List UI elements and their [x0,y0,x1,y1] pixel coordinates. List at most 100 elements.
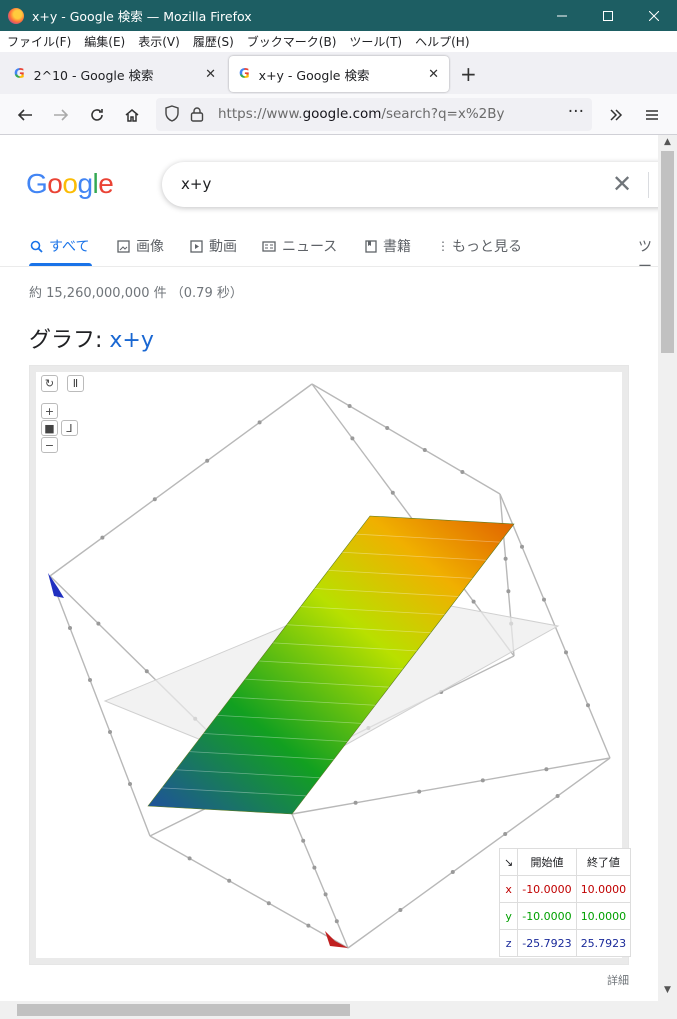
new-tab-button[interactable]: + [460,62,477,86]
axis-tick [128,782,132,786]
page-actions-icon[interactable]: ··· [568,102,584,122]
tab-tools[interactable]: ツー [638,236,658,276]
axis-range-table: ↘ 開始値 終了値 x -10.0000 10.0000 y -10.0000 … [498,848,632,957]
cube-edge [291,813,349,949]
range-start-header: 開始値 [517,848,577,876]
menu-bookmarks[interactable]: ブックマーク(B) [240,33,343,50]
axis-tick [450,870,455,874]
axis-label: x [498,875,519,903]
close-icon [649,10,659,21]
reset-view-button[interactable]: ↻ [41,375,58,392]
axis-tick [257,420,262,425]
y-start-value[interactable]: -10.0000 [517,902,577,930]
vertical-scrollbar-thumb[interactable] [661,151,674,353]
axes-toggle-button[interactable]: ⅃ [61,420,78,436]
back-button[interactable] [13,103,37,127]
axis-tick [506,589,511,594]
overflow-menu-button[interactable] [604,103,628,127]
tab-books[interactable]: 書籍 [365,236,411,256]
scroll-up-icon[interactable]: ▲ [658,137,677,151]
menu-history[interactable]: 履歴(S) [186,33,240,50]
zoom-in-button[interactable]: + [41,403,58,419]
x-end-value[interactable]: 10.0000 [575,875,632,903]
axis-tick [390,490,395,495]
maximize-button[interactable] [585,0,631,31]
tab-videos[interactable]: 動画 [190,236,237,256]
axis-tick [347,404,352,408]
menu-bar: ファイル(F) 編集(E) 表示(V) 履歴(S) ブックマーク(B) ツール(… [0,31,677,52]
menu-view[interactable]: 表示(V) [131,33,186,50]
zoom-out-button[interactable]: − [41,437,58,453]
google-logo[interactable]: Google [26,168,114,200]
axis-tick [266,901,271,906]
tab-2-10-search[interactable]: G 2^10 - Google 検索 ✕ [4,56,226,92]
axis-tick [398,908,403,912]
address-bar[interactable]: https://www.google.com/search?q=x%2By ··… [156,98,592,131]
horizontal-scrollbar[interactable] [0,1001,677,1019]
tab-bar: G 2^10 - Google 検索 ✕ G x+y - Google 検索 ✕… [0,52,677,94]
back-arrow-icon [17,109,32,121]
cube-edge [311,383,501,495]
scroll-down-icon[interactable]: ▼ [658,985,677,999]
result-stats: 約 15,260,000,000 件 （0.79 秒） [29,286,243,301]
tab-all[interactable]: すべて [30,236,89,256]
details-link[interactable]: 詳細 [607,972,629,988]
x-start-value[interactable]: -10.0000 [517,875,577,903]
tab-images[interactable]: 画像 [117,236,164,256]
image-icon [117,239,130,253]
axis-tick [152,497,157,502]
search-input[interactable]: x+y [181,175,211,193]
pause-rotation-button[interactable]: Ⅱ [67,375,84,392]
axis-tick [586,703,590,708]
hamburger-icon [646,110,658,120]
range-end-header: 終了値 [575,848,632,876]
graph-expression-link[interactable]: x+y [109,328,153,353]
tab-title: 2^10 - Google 検索 [33,67,154,83]
search-box[interactable]: x+y ✕ [162,162,658,207]
camera-mode-button[interactable]: ■ [41,420,58,436]
google-favicon-icon: G [14,66,25,82]
axis-tick [555,794,560,798]
url-text[interactable]: https://www.google.com/search?q=x%2By [218,106,505,122]
tab-close-icon[interactable]: ✕ [205,67,216,82]
vertical-scrollbar[interactable]: ▲ ▼ [658,135,677,1001]
close-window-button[interactable] [631,0,677,31]
axis-label: y [498,902,519,930]
navigation-toolbar: https://www.google.com/search?q=x%2By ··… [0,94,677,135]
z-start-value[interactable]: -25.7923 [517,929,577,957]
menu-help[interactable]: ヘルプ(H) [408,33,475,50]
axis-tick [96,621,101,626]
menu-file[interactable]: ファイル(F) [0,33,77,50]
axis-tick [312,865,317,870]
axis-tick [503,556,508,561]
axis-tick [68,626,72,630]
tab-more[interactable]: ⋮ もっと見る [437,236,522,256]
axis-tick [422,448,427,452]
hamburger-menu-button[interactable] [640,103,664,127]
menu-edit[interactable]: 編集(E) [77,33,131,50]
horizontal-scrollbar-thumb[interactable] [17,1004,350,1016]
axis-tick [353,800,358,805]
reload-button[interactable] [85,103,109,127]
graph-3d-canvas[interactable]: ↻ Ⅱ + ■ ⅃ − ↘ 開始値 終了値 x -10.0000 10.0000… [29,365,632,965]
menu-tools[interactable]: ツール(T) [342,33,408,50]
axis-tick [323,892,328,897]
forward-button[interactable] [49,103,73,127]
tab-x-plus-y-search[interactable]: G x+y - Google 検索 ✕ [229,56,449,92]
axis-tick [187,856,192,861]
axis-tick [520,544,524,549]
axis-tick [88,678,92,682]
clear-search-icon[interactable]: ✕ [612,170,632,198]
tab-close-icon[interactable]: ✕ [428,67,439,82]
axis-tick [100,535,105,540]
home-icon [125,109,139,122]
home-button[interactable] [120,103,144,127]
window-title: x+y - Google 検索 — Mozilla Firefox [32,9,252,24]
y-end-value[interactable]: 10.0000 [575,902,632,930]
axis-tick [385,426,390,430]
search-divider [648,172,649,198]
tab-news[interactable]: ニュース [262,236,337,256]
z-end-value[interactable]: 25.7923 [575,929,632,957]
window-titlebar: x+y - Google 検索 — Mozilla Firefox [0,0,677,31]
minimize-button[interactable] [539,0,585,31]
